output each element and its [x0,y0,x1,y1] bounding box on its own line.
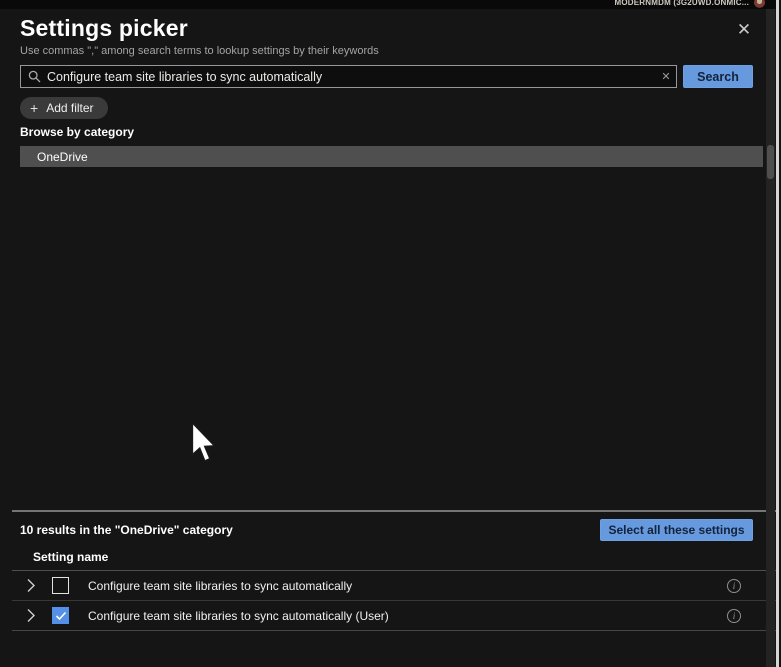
info-icon[interactable]: i [727,609,741,623]
category-item-label: OneDrive [37,150,88,164]
user-avatar[interactable] [754,0,765,8]
add-filter-label: Add filter [46,101,93,115]
portal-top-bar: MODERNMDM (3G2UWD.ONMIC... [0,0,781,9]
close-icon[interactable]: ✕ [733,19,755,41]
page-subtitle: Use commas "," among search terms to loo… [20,45,379,57]
select-all-button[interactable]: Select all these settings [600,519,753,541]
setting-name-column-header: Setting name [33,550,108,564]
scrollbar[interactable] [766,9,775,667]
divider [12,630,781,631]
expand-chevron-icon[interactable] [26,578,38,593]
info-icon[interactable]: i [727,579,741,593]
search-icon [28,70,41,83]
setting-checkbox[interactable] [52,607,69,624]
expand-chevron-icon[interactable] [26,608,38,623]
search-button[interactable]: Search [683,65,753,88]
account-label: MODERNMDM (3G2UWD.ONMIC... [614,0,749,7]
search-input[interactable] [47,66,656,87]
mouse-cursor [190,423,218,468]
clear-search-icon[interactable]: ✕ [656,70,676,83]
page-title: Settings picker [20,15,188,42]
settings-picker-flyout: MODERNMDM (3G2UWD.ONMIC... Settings pick… [0,0,781,667]
plus-icon: + [30,100,38,116]
category-item-onedrive[interactable]: OneDrive [20,146,763,167]
setting-label: Configure team site libraries to sync au… [88,609,389,623]
add-filter-button[interactable]: + Add filter [20,97,108,119]
results-summary: 10 results in the "OneDrive" category [20,523,233,537]
browse-by-category-label: Browse by category [20,125,134,139]
scrollbar-thumb[interactable] [767,145,774,179]
search-box: ✕ [20,65,677,88]
setting-label: Configure team site libraries to sync au… [88,579,352,593]
setting-row[interactable]: Configure team site libraries to sync au… [12,571,769,600]
section-divider [12,510,781,512]
setting-checkbox[interactable] [52,577,69,594]
setting-row[interactable]: Configure team site libraries to sync au… [12,601,769,630]
